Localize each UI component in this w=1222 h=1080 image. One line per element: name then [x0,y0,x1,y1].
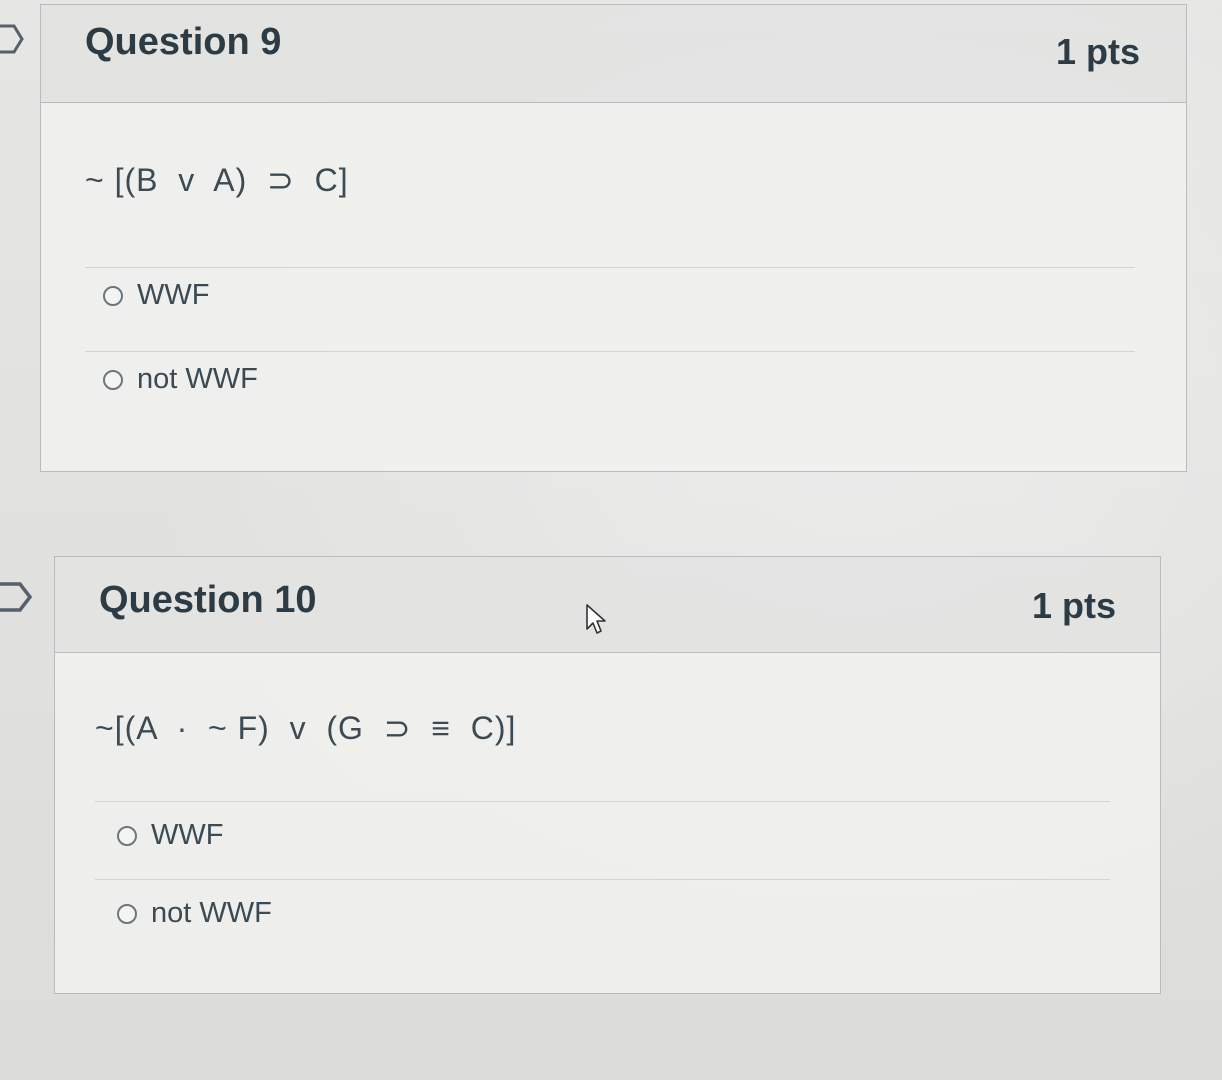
question-10-title: Question 10 [99,579,317,621]
flag-question-icon[interactable] [0,22,26,56]
answer-label: not WWF [151,897,272,929]
question-10-answer-not-wwf[interactable]: not WWF [117,897,272,930]
answer-label: not WWF [137,363,258,395]
answer-label: WWF [151,819,224,851]
question-10-answer-wwf[interactable]: WWF [117,819,223,852]
answer-divider [95,879,1110,880]
question-9-title: Question 9 [85,21,282,63]
question-10-points: 1 pts [1031,585,1116,626]
flag-question-icon[interactable] [0,580,32,614]
question-9-header: Question 9 1 pts [41,5,1186,103]
question-9-text: ~ [(B v A) ⊃ C] [85,162,349,198]
question-9-answer-not-wwf[interactable]: not WWF [103,363,258,396]
mouse-pointer-icon [586,604,606,634]
question-9-answer-wwf[interactable]: WWF [103,279,209,312]
answer-divider [85,351,1135,352]
question-9-card: Question 9 1 pts ~ [(B v A) ⊃ C] WWF not… [40,4,1187,472]
radio-button[interactable] [103,285,123,306]
radio-button[interactable] [117,825,137,846]
radio-button[interactable] [117,903,137,924]
question-10-text: ~[(A · ~ F) v (G ⊃ ≡ C)] [95,710,517,746]
answer-divider [95,801,1110,802]
answer-label: WWF [137,279,210,311]
question-9-points: 1 pts [1055,31,1140,72]
answer-divider [85,267,1135,268]
radio-button[interactable] [103,369,123,390]
